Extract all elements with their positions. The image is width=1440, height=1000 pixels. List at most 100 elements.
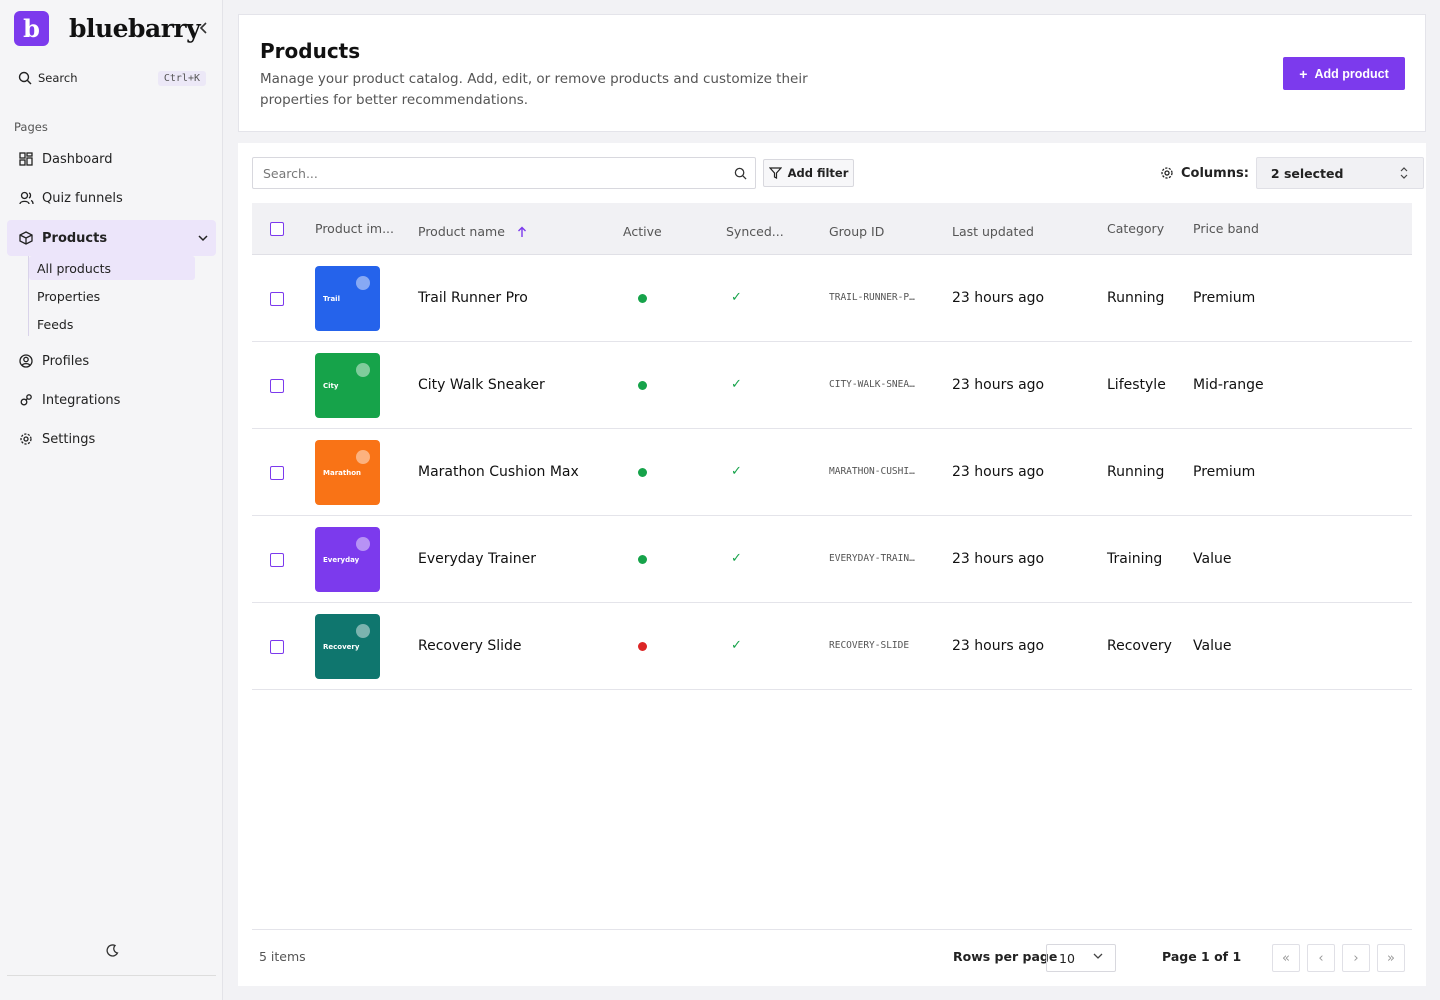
sidebar-item-label: Products (42, 230, 108, 246)
sidebar-item-profiles[interactable]: Profiles (7, 344, 216, 378)
product-name[interactable]: Everyday Trainer (418, 551, 536, 567)
price-band: Premium (1193, 290, 1256, 306)
active-status-dot (638, 468, 647, 477)
select-all-checkbox[interactable] (270, 222, 284, 236)
sidebar-nav: Dashboard Quiz funnels Products All prod… (7, 142, 216, 461)
search-icon[interactable] (725, 167, 755, 180)
products-subnav: All products Properties Feeds (28, 256, 216, 336)
column-header-label: Product name (418, 224, 505, 239)
sidebar-search[interactable]: Search Ctrl+K (18, 68, 206, 88)
collapse-sidebar-button[interactable] (196, 18, 212, 38)
add-product-label: Add product (1314, 66, 1389, 81)
row-checkbox[interactable] (270, 466, 284, 480)
sidebar-item-label: Dashboard (42, 151, 113, 167)
category: Recovery (1107, 638, 1172, 654)
gear-icon (18, 431, 34, 447)
table-row[interactable]: Trail Trail Runner Pro ✓ TRAIL-RUNNER-P… 23 … (252, 255, 1412, 342)
next-page-button[interactable]: › (1342, 944, 1370, 972)
add-product-button[interactable]: + Add product (1283, 57, 1405, 90)
group-id: RECOVERY-SLIDE (829, 640, 910, 651)
column-header-price-band[interactable]: Price band (1193, 221, 1259, 236)
product-image-label: Recovery (323, 643, 360, 651)
chevron-down-icon (1093, 953, 1103, 959)
page-description: Manage your product catalog. Add, edit, … (260, 71, 808, 108)
rows-per-page-value: 10 (1059, 950, 1075, 966)
column-header-group-id[interactable]: Group ID (829, 224, 884, 239)
product-image: Marathon (315, 440, 380, 505)
category: Lifestyle (1107, 377, 1166, 393)
subnav-item-all-products[interactable]: All products (29, 256, 195, 280)
column-header-product-name[interactable]: Product name (418, 224, 527, 239)
product-image: Everyday (315, 527, 380, 592)
column-header-category[interactable]: Category (1107, 221, 1164, 236)
last-updated: 23 hours ago (952, 290, 1045, 306)
column-header-product-image[interactable]: Product im... (315, 221, 394, 236)
gear-icon (1160, 166, 1174, 180)
subnav-item-feeds[interactable]: Feeds (29, 312, 195, 336)
last-page-button[interactable]: » (1377, 944, 1405, 972)
product-search-input[interactable] (253, 158, 725, 188)
row-checkbox[interactable] (270, 553, 284, 567)
table-row[interactable]: Everyday Everyday Trainer ✓ EVERYDAY-TRAIN…… (252, 516, 1412, 603)
row-checkbox[interactable] (270, 292, 284, 306)
row-checkbox[interactable] (270, 640, 284, 654)
rows-per-page-select[interactable]: 10 (1046, 944, 1116, 972)
sidebar-item-dashboard[interactable]: Dashboard (7, 142, 216, 176)
sidebar-item-integrations[interactable]: Integrations (7, 383, 216, 417)
last-updated: 23 hours ago (952, 464, 1045, 480)
column-header-synced[interactable]: Synced... (726, 224, 784, 239)
previous-page-button[interactable]: ‹ (1307, 944, 1335, 972)
product-image: Recovery (315, 614, 380, 679)
table-body: Trail Trail Runner Pro ✓ TRAIL-RUNNER-P… 23 … (252, 255, 1412, 690)
page-title: Products (260, 39, 361, 63)
add-filter-button[interactable]: Add filter (763, 159, 854, 187)
image-circle-decoration (356, 363, 370, 377)
product-image: Trail (315, 266, 380, 331)
table-row[interactable]: Marathon Marathon Cushion Max ✓ MARATHON-CU… (252, 429, 1412, 516)
last-updated: 23 hours ago (952, 377, 1045, 393)
column-header-last-updated[interactable]: Last updated (952, 224, 1034, 239)
page-header: Products Manage your product catalog. Ad… (238, 14, 1426, 132)
moon-icon (105, 943, 118, 957)
table-header: Product im... Product name Active Synced… (252, 203, 1412, 255)
product-search[interactable] (252, 157, 756, 189)
active-status-dot (638, 642, 647, 651)
price-band: Premium (1193, 464, 1256, 480)
theme-toggle[interactable] (103, 941, 121, 959)
product-name[interactable]: City Walk Sneaker (418, 377, 545, 393)
sidebar-item-quiz-funnels[interactable]: Quiz funnels (7, 181, 216, 215)
product-name[interactable]: Marathon Cushion Max (418, 464, 579, 480)
sidebar-item-label: Integrations (42, 392, 121, 408)
brand-name: bluebarry (69, 14, 201, 43)
subnav-item-properties[interactable]: Properties (29, 284, 195, 308)
user-circle-icon (18, 353, 34, 369)
image-circle-decoration (356, 537, 370, 551)
row-checkbox[interactable] (270, 379, 284, 393)
synced-check-icon: ✓ (731, 551, 742, 566)
synced-check-icon: ✓ (731, 290, 742, 305)
sidebar-item-label: Settings (42, 431, 96, 447)
sidebar-item-products[interactable]: Products (7, 220, 216, 256)
group-id: TRAIL-RUNNER-P… (829, 292, 915, 303)
last-updated: 23 hours ago (952, 551, 1045, 567)
column-header-active[interactable]: Active (623, 224, 662, 239)
items-count: 5 items (259, 949, 306, 964)
table-row[interactable]: City City Walk Sneaker ✓ CITY-WALK-SNEA… 23 … (252, 342, 1412, 429)
sidebar-search-label: Search (38, 71, 78, 85)
sidebar-item-settings[interactable]: Settings (7, 422, 216, 456)
synced-check-icon: ✓ (731, 464, 742, 479)
search-icon (18, 71, 32, 85)
chevron-left-icon (199, 22, 207, 34)
sort-ascending-icon (517, 226, 526, 237)
table-row[interactable]: Recovery Recovery Slide ✓ RECOVERY-SLIDE 23 … (252, 603, 1412, 690)
active-status-dot (638, 555, 647, 564)
sidebar-item-label: Profiles (42, 353, 90, 369)
chevron-up-down-icon (1400, 167, 1408, 179)
product-name[interactable]: Trail Runner Pro (418, 290, 528, 306)
first-page-button[interactable]: « (1272, 944, 1300, 972)
users-icon (18, 190, 34, 206)
brand[interactable]: b bluebarry (14, 11, 201, 46)
columns-select[interactable]: 2 selected (1255, 157, 1424, 189)
columns-control: Columns: 2 selected (1160, 157, 1424, 189)
product-name[interactable]: Recovery Slide (418, 638, 522, 654)
